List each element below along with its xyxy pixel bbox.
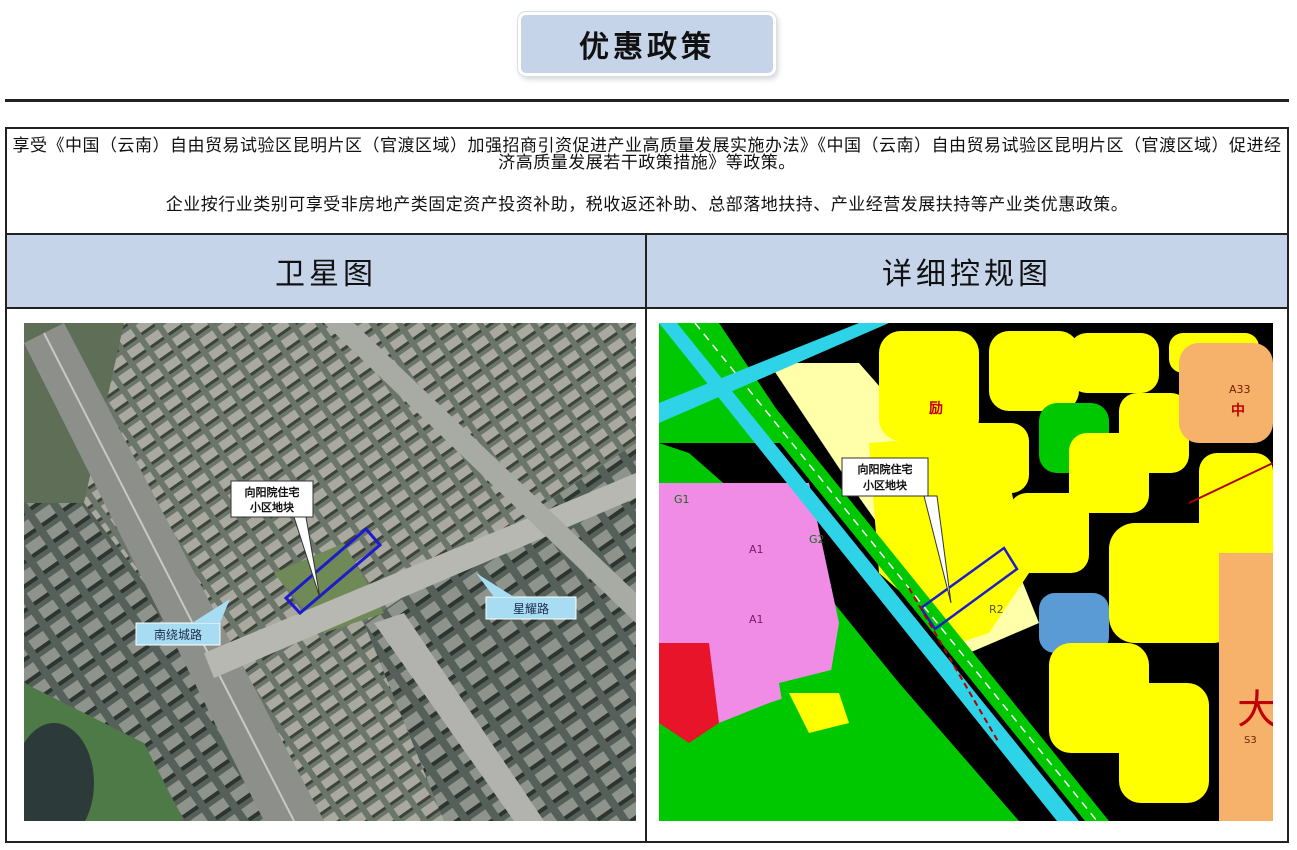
title-divider [5, 99, 1289, 102]
road-label-south-ring: 南绕城路 [154, 627, 202, 642]
svg-text:R2: R2 [989, 603, 1004, 616]
svg-text:S3: S3 [1244, 735, 1257, 746]
policy-text-2: 企业按行业类别可享受非房地产类固定资产投资补助，税收返还补助、总部落地扶持、产业… [165, 195, 1129, 215]
policy-intro: 享受《中国（云南）自由贸易试验区昆明片区（官渡区域）加强招商引资促进产业高质量发… [7, 129, 1287, 233]
svg-text:励: 励 [929, 401, 943, 417]
svg-text:中: 中 [1231, 402, 1245, 419]
divider-header [7, 307, 1287, 309]
plan-header: 详细控规图 [647, 235, 1287, 307]
plan-site-label-2: 小区地块 [862, 478, 908, 492]
column-divider [645, 233, 647, 841]
satellite-site-label-1: 向阳院住宅 [245, 485, 300, 499]
satellite-title: 卫星图 [275, 257, 377, 292]
policy-text-1: 享受《中国（云南）自由贸易试验区昆明片区（官渡区域）加强招商引资促进产业高质量发… [12, 136, 1282, 173]
satellite-site-label-2: 小区地块 [249, 500, 295, 514]
page-title: 优惠政策 [579, 30, 715, 65]
svg-text:G1: G1 [674, 493, 690, 506]
svg-text:G2: G2 [809, 533, 825, 546]
page-title-box: 优惠政策 [518, 12, 776, 76]
plan-title: 详细控规图 [882, 257, 1052, 292]
svg-text:A1: A1 [749, 613, 764, 626]
plan-site-label-1: 向阳院住宅 [858, 462, 913, 476]
road-label-xingyao: 星耀路 [513, 601, 549, 616]
policy-panel: 享受《中国（云南）自由贸易试验区昆明片区（官渡区域）加强招商引资促进产业高质量发… [5, 127, 1289, 843]
svg-text:A33: A33 [1229, 383, 1251, 396]
plan-image: A1 A1 G1 G2 R2 A33 中 励 S3 大 向阳院住宅 小区地块 [659, 323, 1273, 821]
satellite-header: 卫星图 [7, 235, 645, 307]
satellite-image: 向阳院住宅 小区地块 南绕城路 星耀路 [24, 323, 636, 821]
svg-text:A1: A1 [749, 543, 764, 556]
plan-big-char: 大 [1237, 687, 1273, 733]
